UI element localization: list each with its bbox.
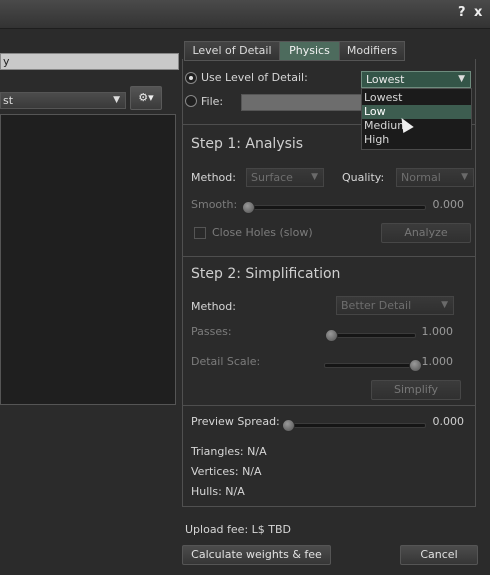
chevron-down-icon: ▼ [441,300,448,310]
step2-title: Step 2: Simplification [191,266,341,282]
divider [182,256,476,257]
model-list[interactable] [0,114,176,405]
upload-fee: Upload fee: L$ TBD [185,523,292,536]
close-button[interactable]: x [474,5,482,20]
tab-level-of-detail[interactable]: Level of Detail [184,41,280,61]
smooth-value: 0.000 [432,198,465,211]
left-combo-value: st [3,94,14,107]
lod-combo[interactable]: Lowest ▼ [361,71,471,88]
passes-label: Passes: [191,325,232,338]
chevron-down-icon: ▼ [458,74,465,84]
use-lod-label: Use Level of Detail: [201,71,308,84]
preview-spread-value: 0.000 [432,415,465,428]
lod-option-low[interactable]: Low [362,105,471,119]
lod-option-high[interactable]: High [362,133,471,147]
step1-method-combo[interactable]: Surface ▼ [246,168,324,187]
quality-label: Quality: [342,171,385,184]
detail-scale-value: 1.000 [421,355,454,368]
close-holes-label: Close Holes (slow) [212,226,313,239]
smooth-slider-track[interactable] [244,205,426,210]
step2-method-label: Method: [191,300,236,313]
file-radio[interactable] [185,95,197,107]
quality-value: Normal [401,171,441,184]
calculate-weights-button[interactable]: Calculate weights & fee [182,545,331,565]
chevron-down-icon: ▼ [113,95,120,105]
step2-method-value: Better Detail [341,299,412,312]
name-field[interactable]: y [0,53,179,70]
lod-dropdown-list: Lowest Low Medium High [361,88,472,150]
help-button[interactable]: ? [458,5,466,20]
preview-spread-slider-handle[interactable] [282,419,295,432]
tab-physics[interactable]: Physics [279,41,340,61]
chevron-down-icon: ▼ [311,172,318,182]
file-label: File: [201,95,224,108]
step2-method-combo[interactable]: Better Detail ▼ [336,296,454,315]
vertices-count: Vertices: N/A [191,465,262,478]
smooth-slider-handle[interactable] [242,201,255,214]
analyze-button[interactable]: Analyze [381,223,471,243]
gear-icon: ⚙▾ [138,91,154,104]
file-path-field[interactable] [241,94,363,111]
passes-slider-handle[interactable] [325,329,338,342]
chevron-down-icon: ▼ [461,172,468,182]
step1-title: Step 1: Analysis [191,136,304,152]
left-combo[interactable]: st ▼ [0,92,126,109]
gear-menu-button[interactable]: ⚙▾ [130,86,162,110]
simplify-button[interactable]: Simplify [371,380,461,400]
use-lod-radio[interactable] [185,72,197,84]
preview-spread-label: Preview Spread: [191,415,280,428]
lod-option-medium[interactable]: Medium [362,119,471,133]
hulls-count: Hulls: N/A [191,485,245,498]
detail-scale-slider-track[interactable] [324,363,420,368]
tab-modifiers[interactable]: Modifiers [339,41,405,61]
cancel-button[interactable]: Cancel [400,545,478,565]
step1-method-value: Surface [251,171,293,184]
step1-method-label: Method: [191,171,236,184]
title-bar [0,0,490,29]
close-holes-checkbox[interactable] [194,227,206,239]
divider [182,405,476,406]
passes-slider-track[interactable] [326,333,416,338]
passes-value: 1.000 [421,325,454,338]
lod-option-lowest[interactable]: Lowest [362,91,471,105]
detail-scale-label: Detail Scale: [191,355,261,368]
quality-combo[interactable]: Normal ▼ [396,168,474,187]
triangles-count: Triangles: N/A [191,445,267,458]
smooth-label: Smooth: [191,198,238,211]
lod-combo-value: Lowest [366,73,405,86]
preview-spread-slider-track[interactable] [284,423,426,428]
